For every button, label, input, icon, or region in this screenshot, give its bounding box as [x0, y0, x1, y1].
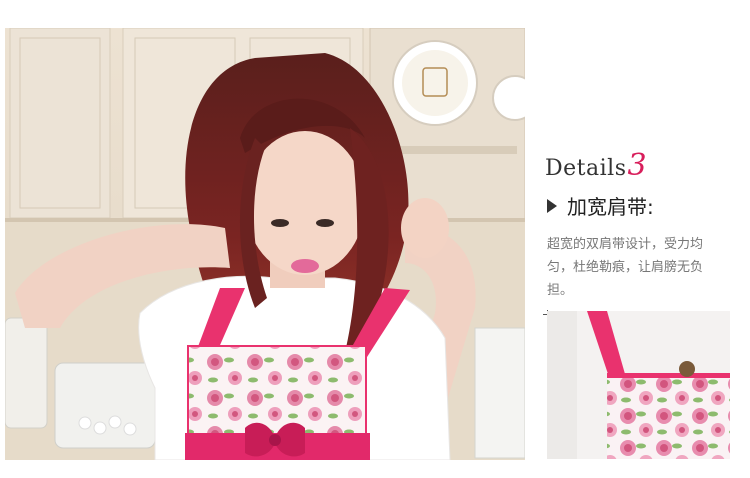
feature-title: 加宽肩带:	[567, 195, 654, 219]
details-number: 3	[627, 148, 648, 183]
feature-title-row: 加宽肩带:	[547, 191, 654, 220]
play-arrow-icon	[547, 198, 557, 213]
feature-description: 超宽的双肩带设计，受力均匀，杜绝勒痕，让肩膀无负担。	[547, 237, 704, 298]
main-photo	[5, 28, 525, 460]
details-word: Details	[545, 156, 627, 181]
detail-photo	[547, 311, 730, 459]
details-heading: Details3	[545, 148, 647, 183]
